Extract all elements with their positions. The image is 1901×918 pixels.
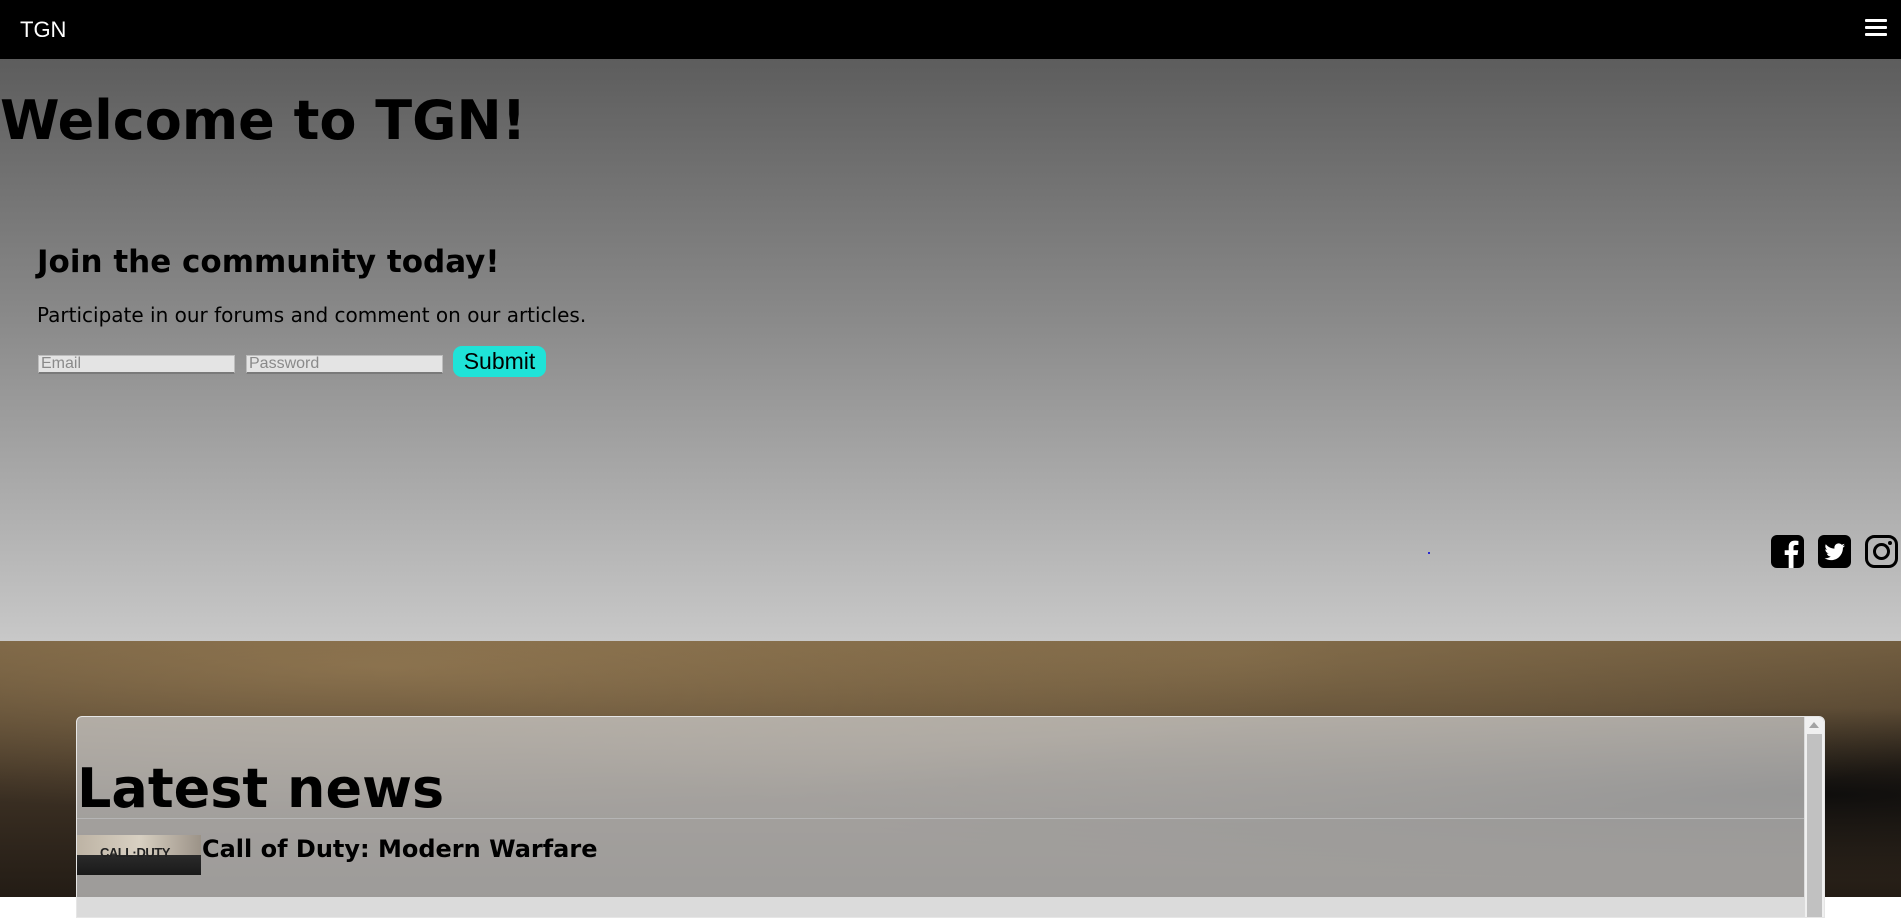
news-scrollbar[interactable] <box>1804 717 1824 917</box>
news-title[interactable]: Call of Duty: Modern Warfare <box>202 835 597 863</box>
email-field[interactable] <box>38 355 235 374</box>
password-field[interactable] <box>246 355 443 374</box>
brand-link[interactable]: TGN <box>20 17 66 43</box>
latest-news-heading: Latest news <box>77 757 445 820</box>
twitter-icon[interactable] <box>1817 534 1852 569</box>
news-section-background: Latest news CALL·DUTY Call of Duty: Mode… <box>0 641 1901 918</box>
instagram-icon[interactable] <box>1864 534 1899 569</box>
welcome-heading: Welcome to TGN! <box>0 89 527 152</box>
join-description: Participate in our forums and comment on… <box>37 303 587 327</box>
join-heading: Join the community today! <box>37 244 500 280</box>
submit-button[interactable]: Submit <box>453 346 546 377</box>
scroll-thumb[interactable] <box>1807 734 1822 917</box>
hamburger-menu-icon[interactable] <box>1865 19 1887 39</box>
news-thumbnail[interactable]: CALL·DUTY <box>77 835 201 875</box>
scroll-up-arrow-icon[interactable] <box>1809 722 1819 728</box>
thumbnail-logo-text: CALL·DUTY <box>100 845 170 860</box>
divider <box>77 818 1804 819</box>
facebook-icon[interactable] <box>1770 534 1805 569</box>
top-navbar: TGN <box>0 0 1901 59</box>
latest-news-panel[interactable]: Latest news CALL·DUTY Call of Duty: Mode… <box>76 716 1825 918</box>
small-dot <box>1428 552 1430 554</box>
hero-section: Welcome to TGN! Join the community today… <box>0 59 1901 641</box>
